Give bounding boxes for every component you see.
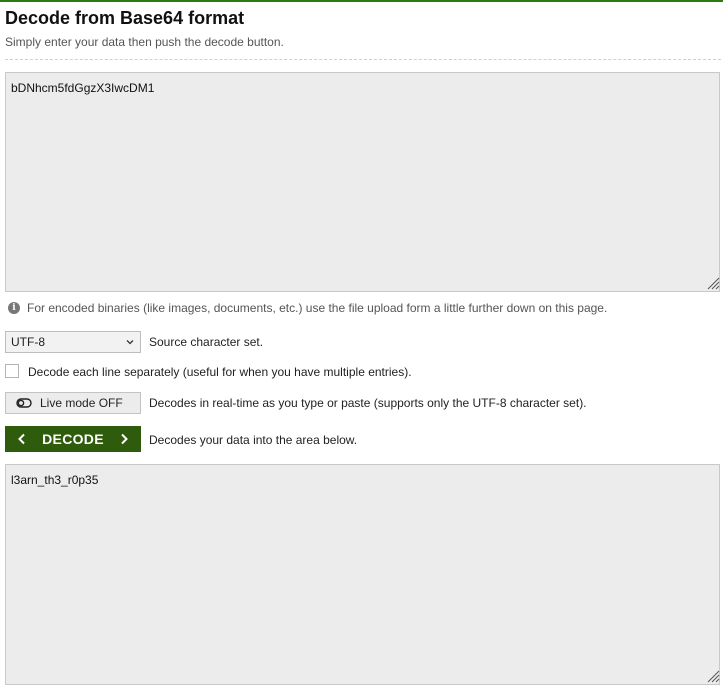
info-note: i For encoded binaries (like images, doc… (8, 301, 607, 315)
live-mode-description: Decodes in real-time as you type or past… (149, 396, 587, 410)
live-mode-button[interactable]: Live mode OFF (5, 392, 141, 414)
charset-selected: UTF-8 (11, 335, 45, 349)
info-text: For encoded binaries (like images, docum… (27, 301, 608, 315)
separate-lines-checkbox[interactable] (5, 364, 19, 378)
info-icon: i (8, 302, 20, 314)
decode-button[interactable]: DECODE (5, 426, 141, 452)
chevron-right-icon (121, 433, 128, 445)
toggle-icon (16, 398, 32, 408)
page-subtitle: Simply enter your data then push the dec… (5, 35, 284, 49)
live-mode-label: Live mode OFF (40, 396, 123, 410)
charset-label: Source character set. (149, 335, 264, 349)
decoded-output[interactable]: l3arn_th3_r0p35 (5, 464, 720, 685)
divider (5, 59, 721, 60)
charset-select[interactable]: UTF-8 (5, 331, 141, 353)
chevron-left-icon (18, 433, 25, 445)
resize-grip-icon[interactable] (706, 669, 720, 683)
page-title: Decode from Base64 format (5, 8, 245, 28)
encoded-input[interactable]: bDNhcm5fdGgzX3IwcDM1 (5, 72, 720, 292)
chevron-down-icon (126, 340, 134, 345)
decode-label: DECODE (42, 431, 104, 447)
decode-description: Decodes your data into the area below. (149, 433, 358, 447)
top-accent-bar (0, 0, 723, 2)
resize-grip-icon[interactable] (706, 276, 720, 290)
separate-lines-label: Decode each line separately (useful for … (28, 365, 412, 379)
